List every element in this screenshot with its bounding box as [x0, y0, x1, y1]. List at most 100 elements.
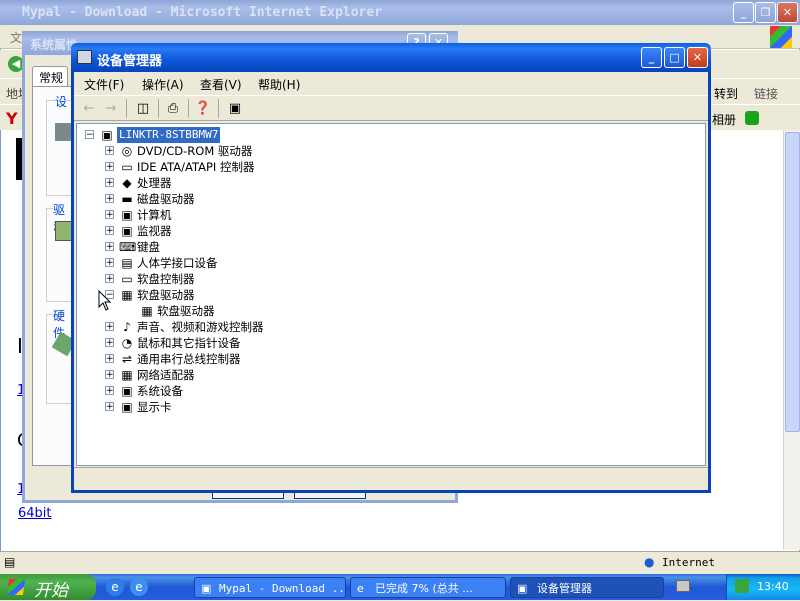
tree-item-label: 网络适配器: [137, 368, 195, 382]
tree-item-label: DVD/CD-ROM 驱动器: [137, 144, 253, 158]
tree-root[interactable]: − ▣ LINKTR-8STBBMW7: [81, 127, 281, 143]
expand-icon[interactable]: +: [105, 146, 114, 156]
ie-menu-file[interactable]: 文: [10, 29, 22, 46]
devmgr-title-bar[interactable]: 设备管理器 _ □ ✕: [71, 43, 711, 72]
disk-drive-icon: ▬: [121, 192, 133, 206]
ie-title-text: Mypal - Download - Microsoft Internet Ex…: [22, 5, 383, 20]
expand-icon[interactable]: +: [105, 322, 114, 332]
task-device-manager[interactable]: ▣ 设备管理器: [510, 577, 664, 598]
collapse-icon[interactable]: −: [85, 130, 94, 140]
start-button[interactable]: 开始: [0, 574, 96, 601]
album-link[interactable]: 相册: [712, 111, 736, 128]
page-link-64bit[interactable]: 64bit: [18, 506, 52, 521]
computer-icon: ▣: [101, 128, 113, 142]
clock[interactable]: 13:40: [757, 580, 789, 593]
expand-icon[interactable]: +: [105, 178, 114, 188]
status-zone: Internet: [662, 556, 715, 569]
expand-icon[interactable]: +: [105, 194, 114, 204]
scan-hardware-icon[interactable]: ▣: [226, 100, 244, 117]
floppy-controller-icon: ▭: [121, 272, 133, 286]
expand-icon[interactable]: +: [105, 338, 114, 348]
menu-view[interactable]: 查看(V): [200, 76, 242, 93]
restore-icon[interactable]: ❐: [755, 2, 776, 23]
tree-child-item[interactable]: ▦ 软盘驱动器: [81, 303, 381, 319]
menu-help[interactable]: 帮助(H): [258, 76, 300, 93]
show-hide-tree-icon[interactable]: ◫: [134, 100, 152, 117]
tree-item[interactable]: + ▦ 网络适配器: [81, 367, 381, 383]
task-label: 设备管理器: [537, 582, 592, 595]
tree-item[interactable]: + ▭ IDE ATA/ATAPI 控制器: [81, 159, 381, 175]
keyboard-icon[interactable]: [676, 580, 690, 592]
expand-icon[interactable]: +: [105, 210, 114, 220]
ie-title-bar[interactable]: Mypal - Download - Microsoft Internet Ex…: [0, 0, 800, 25]
expand-icon[interactable]: +: [105, 354, 114, 364]
menu-file[interactable]: 文件(F): [84, 76, 124, 93]
expand-icon[interactable]: +: [105, 162, 114, 172]
display-adapter-icon: ▣: [121, 400, 133, 414]
tab-general[interactable]: 常规: [32, 66, 68, 86]
close-icon[interactable]: ✕: [777, 2, 798, 23]
ie-quicklaunch-icon[interactable]: e: [106, 578, 124, 596]
toolbar-separator: [218, 99, 219, 118]
minimize-icon[interactable]: _: [733, 2, 754, 23]
ie-scrollbar[interactable]: [783, 130, 800, 550]
task-mypal[interactable]: ▣ Mypal - Download ...: [194, 577, 346, 598]
tree-item[interactable]: + ◎ DVD/CD-ROM 驱动器: [81, 143, 381, 159]
cdrom-icon: ◎: [121, 144, 133, 158]
tree-item[interactable]: + ▬ 磁盘驱动器: [81, 191, 381, 207]
tree-item[interactable]: + ▣ 计算机: [81, 207, 381, 223]
yahoo-icon[interactable]: Y: [6, 109, 18, 128]
tree-item-label: IDE ATA/ATAPI 控制器: [137, 160, 255, 174]
headset-icon[interactable]: [745, 111, 759, 125]
forward-icon[interactable]: →: [102, 100, 120, 117]
tree-item-label: 键盘: [137, 240, 160, 254]
tree-item[interactable]: + ▣ 系统设备: [81, 383, 381, 399]
expand-icon[interactable]: +: [105, 402, 114, 412]
links-label[interactable]: 链接: [754, 85, 778, 102]
task-label: 已完成 7% (总共 ...: [375, 582, 473, 595]
close-icon[interactable]: ✕: [687, 47, 708, 68]
toolbar-separator: [188, 99, 189, 118]
ie2-quicklaunch-icon[interactable]: e: [130, 578, 148, 596]
tree-item[interactable]: + ▣ 显示卡: [81, 399, 381, 415]
network-icon[interactable]: [735, 579, 749, 593]
tree-item[interactable]: + ◆ 处理器: [81, 175, 381, 191]
mouse-cursor-icon: [98, 290, 112, 311]
hid-icon: ▤: [121, 256, 133, 270]
page-icon: ▤: [4, 555, 16, 569]
device-tree[interactable]: − ▣ LINKTR-8STBBMW7 + ◎ DVD/CD-ROM 驱动器 + ▭ ID…: [76, 123, 706, 466]
goto-button[interactable]: 转到: [714, 85, 738, 102]
tree-item[interactable]: + ▣ 监视器: [81, 223, 381, 239]
system-device-icon: ▣: [121, 384, 133, 398]
expand-icon[interactable]: +: [105, 370, 114, 380]
task-download[interactable]: e 已完成 7% (总共 ...: [350, 577, 506, 598]
tree-item-label: 显示卡: [137, 400, 172, 414]
properties-icon[interactable]: ❓: [194, 100, 212, 117]
task-label: Mypal - Download ...: [219, 582, 346, 595]
tree-item-label: 软盘控制器: [137, 272, 195, 286]
tree-item[interactable]: + ▤ 人体学接口设备: [81, 255, 381, 271]
tree-item-label: 人体学接口设备: [137, 256, 218, 270]
back-icon[interactable]: ←: [80, 100, 98, 117]
minimize-icon[interactable]: _: [641, 47, 662, 68]
menu-action[interactable]: 操作(A): [142, 76, 184, 93]
expand-icon[interactable]: +: [105, 386, 114, 396]
expand-icon[interactable]: +: [105, 226, 114, 236]
tree-item-label: 鼠标和其它指针设备: [137, 336, 241, 350]
tree-item[interactable]: + ⇌ 通用串行总线控制器: [81, 351, 381, 367]
expand-icon[interactable]: +: [105, 242, 114, 252]
window-icon: ▣: [201, 582, 212, 595]
tree-item-label: 监视器: [137, 224, 172, 238]
print-icon[interactable]: ⎙: [164, 100, 182, 117]
tree-item-label: 软盘驱动器: [137, 288, 195, 302]
expand-icon[interactable]: +: [105, 258, 114, 268]
tree-item[interactable]: + ▭ 软盘控制器: [81, 271, 381, 287]
tree-item[interactable]: − ▦ 软盘驱动器: [81, 287, 381, 303]
tree-item[interactable]: + ⌨ 键盘: [81, 239, 381, 255]
maximize-icon[interactable]: □: [664, 47, 685, 68]
devmgr-status-bar: [74, 467, 708, 490]
expand-icon[interactable]: +: [105, 274, 114, 284]
scrollbar-thumb[interactable]: [785, 132, 800, 432]
tree-item[interactable]: + ♪ 声音、视频和游戏控制器: [81, 319, 381, 335]
tree-item[interactable]: + ◔ 鼠标和其它指针设备: [81, 335, 381, 351]
